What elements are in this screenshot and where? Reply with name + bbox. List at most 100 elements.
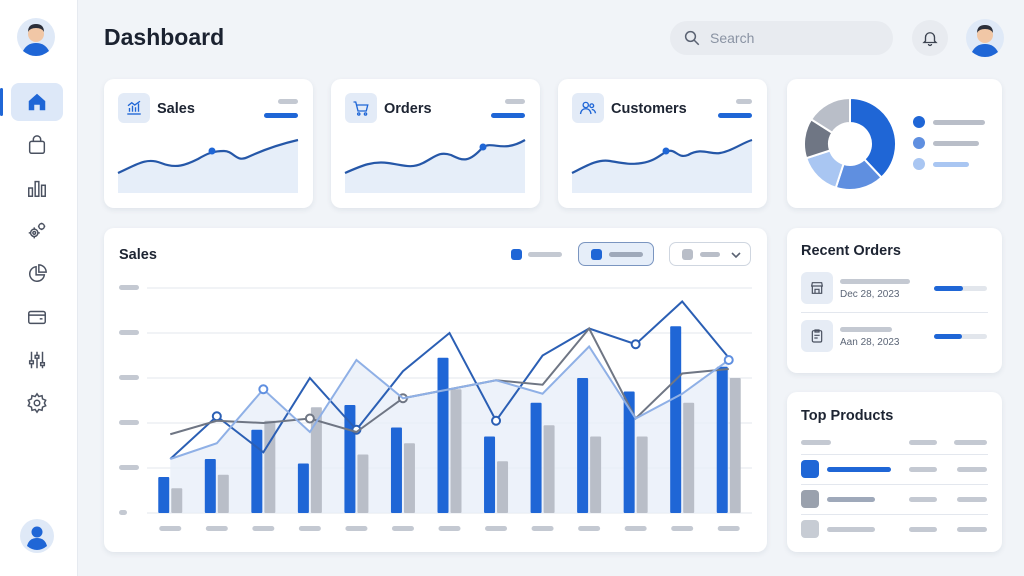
search-bar[interactable] [670, 21, 893, 55]
divider [801, 514, 988, 515]
stat-pill-blue [264, 113, 298, 118]
sales-combo-chart [119, 285, 752, 531]
divider [801, 312, 988, 313]
y-tick-label [119, 285, 139, 290]
sidebar-item-analytics[interactable] [11, 169, 63, 207]
stat-title: Orders [384, 101, 432, 117]
order-icon-box [801, 320, 833, 352]
notifications-button[interactable] [912, 20, 948, 56]
product-value-bar [909, 527, 937, 532]
gears-icon [28, 222, 46, 239]
x-tick-label [531, 526, 554, 531]
bar-secondary [403, 443, 415, 513]
stat-pill-gray [278, 99, 298, 104]
column-header-bar [801, 440, 831, 445]
bar-primary [204, 459, 216, 513]
sidebar-item-integrations[interactable] [11, 212, 63, 250]
y-tick-label [119, 465, 139, 470]
sidebar-item-bag[interactable] [11, 126, 63, 164]
line-point [258, 384, 269, 395]
sidebar-item-reports[interactable] [11, 255, 63, 293]
user-avatar[interactable] [17, 18, 55, 56]
legend-label-bar [933, 141, 979, 146]
bar-secondary [683, 402, 695, 513]
sidebar-item-home[interactable] [11, 83, 63, 121]
x-tick-label [671, 526, 694, 531]
stat-pill-blue [718, 113, 752, 118]
legend-dot [913, 158, 925, 170]
sidebar-item-settings[interactable] [11, 384, 63, 422]
order-progress-track [934, 334, 987, 339]
order-progress-fill [934, 334, 962, 339]
users-icon [579, 101, 597, 115]
page-title: Dashboard [104, 24, 225, 50]
bar-secondary [450, 389, 462, 513]
product-name-bar [827, 467, 891, 472]
x-tick-label [345, 526, 368, 531]
order-name-bar [840, 279, 910, 284]
order-progress-fill [934, 286, 964, 291]
gear-icon [27, 392, 47, 414]
order-date: Aan 28, 2023 [840, 337, 900, 348]
stat-pill-gray [736, 99, 752, 104]
recent-orders-card: Recent Orders Dec 28, 2023 Aan 28, 2023 [787, 228, 1002, 373]
profile-icon[interactable] [20, 519, 54, 553]
y-tick-label [119, 330, 139, 335]
bar-secondary [636, 436, 648, 513]
bar-chart-icon [28, 180, 46, 197]
top-products-title: Top Products [801, 408, 894, 424]
line-point [304, 413, 315, 424]
bar-secondary [729, 378, 741, 513]
category-donut-card[interactable] [787, 79, 1002, 208]
stat-card-customers[interactable]: Customers [558, 79, 767, 208]
search-input[interactable] [710, 30, 880, 46]
sparkline [571, 138, 753, 193]
x-tick-label [391, 526, 414, 531]
y-tick-label [119, 420, 139, 425]
x-tick-label [717, 526, 740, 531]
stat-pill-gray [505, 99, 525, 104]
donut-chart [803, 96, 897, 191]
sparkline [344, 139, 526, 193]
bar-secondary [171, 488, 183, 513]
account-avatar[interactable] [966, 19, 1004, 57]
bar-secondary [543, 425, 555, 513]
stat-card-orders[interactable]: Orders [331, 79, 540, 208]
legend-label-bar [933, 120, 985, 125]
order-date: Dec 28, 2023 [840, 289, 900, 300]
sales-chart-card: Sales [104, 228, 767, 552]
stat-title: Customers [611, 101, 687, 117]
bar-primary [670, 326, 682, 513]
chart-icon [127, 100, 141, 115]
sidebar-item-wallet[interactable] [11, 298, 63, 336]
sidebar-item-filters[interactable] [11, 341, 63, 379]
line-point [723, 355, 734, 365]
active-nav-marker [0, 88, 3, 116]
clipboard-icon [811, 329, 823, 343]
bell-icon [922, 32, 938, 47]
product-name-bar [827, 527, 875, 532]
column-header-bar [954, 440, 987, 445]
product-value-bar [957, 497, 987, 502]
bar-primary [577, 378, 589, 513]
divider [801, 454, 988, 455]
bar-secondary [217, 474, 229, 513]
bar-secondary [590, 436, 602, 513]
sparkline [117, 138, 299, 193]
legend-dot [913, 116, 925, 128]
product-name-bar [827, 497, 875, 502]
x-tick-label [252, 526, 275, 531]
column-header-bar [909, 440, 937, 445]
stat-icon-box [572, 93, 604, 123]
bar-primary [297, 463, 309, 513]
bar-primary [437, 357, 449, 513]
x-tick-label [485, 526, 508, 531]
stat-icon-box [345, 93, 377, 123]
stat-icon-box [118, 93, 150, 123]
x-tick-label [624, 526, 647, 531]
x-tick-label [298, 526, 321, 531]
wallet-icon [28, 310, 46, 325]
legend-dot [913, 137, 925, 149]
bar-primary [484, 436, 496, 513]
stat-card-sales[interactable]: Sales [104, 79, 313, 208]
